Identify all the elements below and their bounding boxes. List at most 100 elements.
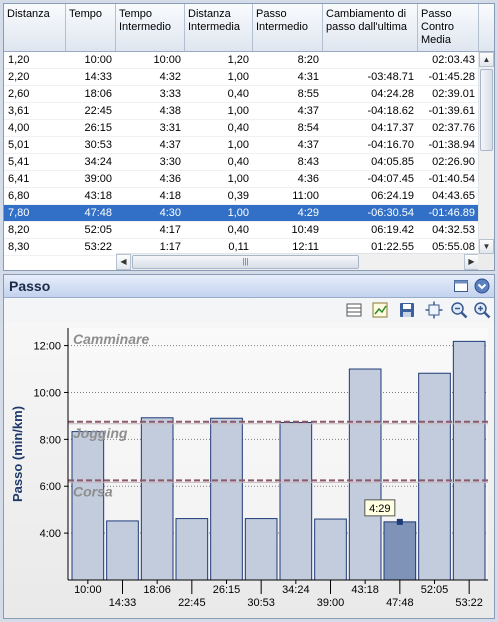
cell-cambiamento: 04:05.85 <box>371 156 414 168</box>
cell-cambiamento: 06:19.42 <box>371 224 414 236</box>
cell-distanza: 4,00 <box>8 122 30 134</box>
cell-tempo: 39:00 <box>84 173 112 185</box>
cell-distanza-intermedia: 1,00 <box>227 207 249 219</box>
cell-tempo: 34:24 <box>84 156 112 168</box>
table-row[interactable]: 4,00 26:15 3:31 0,40 8:54 04:17.37 02:37.76 <box>4 120 479 137</box>
cell-distanza-intermedia: 0,40 <box>227 88 249 100</box>
zoom-out-icon[interactable] <box>450 301 468 319</box>
table-header: Distanza Tempo Tempo Intermedio Distanza… <box>4 4 494 52</box>
pace-chart[interactable]: Camminare Jogging Corsa 4:00 6:00 8:00 10:00 12… <box>4 322 494 618</box>
collapse-icon[interactable] <box>474 278 490 294</box>
cell-distanza: 5,01 <box>8 139 30 151</box>
cell-passo-intermedio: 8:54 <box>297 122 319 134</box>
x-tick-label: 43:18 <box>351 584 379 596</box>
cell-tempo: 43:18 <box>84 190 112 202</box>
scroll-up-button[interactable]: ▲ <box>479 52 494 67</box>
column-header-distanza[interactable]: Distanza <box>4 4 66 51</box>
cell-tempo-intermedio: 4:36 <box>159 173 181 185</box>
cell-distanza: 1,20 <box>8 54 30 66</box>
column-header-tempo[interactable]: Tempo <box>66 4 116 51</box>
table-row[interactable]: 6,41 39:00 4:36 1,00 4:36 -04:07.45 -01:40.54 <box>4 171 479 188</box>
column-header-passo-contro-media[interactable]: Passo Contro Media <box>418 4 479 51</box>
table-row[interactable]: 2,60 18:06 3:33 0,40 8:55 04:24.28 02:39.01 <box>4 86 479 103</box>
column-header-passo-intermedio[interactable]: Passo Intermedio <box>253 4 323 51</box>
cell-passo-intermedio: 4:37 <box>297 105 319 117</box>
cell-passo-contro-media: 02:37.76 <box>432 122 475 134</box>
fit-to-screen-icon[interactable] <box>425 301 443 319</box>
column-header-cambiamento[interactable]: Cambiamento di passo dall'ultima <box>323 4 418 51</box>
vertical-scrollbar[interactable]: ▲ ▼ <box>478 52 494 254</box>
cell-distanza: 2,60 <box>8 88 30 100</box>
cell-distanza-intermedia: 0,40 <box>227 224 249 236</box>
bar <box>106 520 139 581</box>
cell-passo-intermedio: 8:55 <box>297 88 319 100</box>
cell-distanza-intermedia: 0,40 <box>227 156 249 168</box>
bar <box>348 368 382 581</box>
horizontal-scroll-thumb[interactable]: ||| <box>132 255 359 269</box>
x-tick-label: 30:53 <box>247 597 275 609</box>
cell-tempo-intermedio: 4:17 <box>159 224 181 236</box>
save-icon[interactable] <box>398 301 416 319</box>
cell-passo-intermedio: 8:43 <box>297 156 319 168</box>
cell-tempo: 52:05 <box>84 224 112 236</box>
cell-distanza-intermedia: 1,00 <box>227 105 249 117</box>
cell-passo-intermedio: 11:00 <box>292 190 319 202</box>
y-axis-label: Passo (min/km) <box>10 406 25 502</box>
cell-distanza-intermedia: 0,39 <box>227 190 249 202</box>
scroll-left-button[interactable]: ◀ <box>116 254 131 270</box>
cell-distanza-intermedia: 1,20 <box>227 54 249 66</box>
table-row[interactable]: 5,41 34:24 3:30 0,40 8:43 04:05.85 02:26.90 <box>4 154 479 171</box>
horizontal-scrollbar[interactable]: ◀ ||| ▶ <box>116 253 479 270</box>
cell-cambiamento: 06:24.19 <box>371 190 414 202</box>
bar <box>314 518 347 581</box>
table-row[interactable]: 2,20 14:33 4:32 1,00 4:31 -03:48.71 -01:45.28 <box>4 69 479 86</box>
cell-passo-contro-media: -01:40.54 <box>428 173 475 185</box>
cell-distanza: 8,20 <box>8 224 30 236</box>
table-row[interactable]: 5,01 30:53 4:37 1,00 4:37 -04:16.70 -01:38.94 <box>4 137 479 154</box>
cell-passo-contro-media: 04:43.65 <box>432 190 475 202</box>
x-tick-label: 18:06 <box>143 584 171 596</box>
table-row[interactable]: 6,80 43:18 4:18 0,39 11:00 06:24.19 04:43.65 <box>4 188 479 205</box>
cell-cambiamento <box>323 52 418 68</box>
zoom-in-icon[interactable] <box>473 301 491 319</box>
cell-passo-contro-media: 02:26.90 <box>432 156 475 168</box>
cell-tempo: 47:48 <box>84 207 112 219</box>
cell-distanza-intermedia: 1,00 <box>227 71 249 83</box>
scrollbar-corner <box>478 254 494 270</box>
cell-distanza: 3,61 <box>8 105 30 117</box>
scroll-right-button[interactable]: ▶ <box>464 254 479 270</box>
scroll-down-button[interactable]: ▼ <box>479 239 494 254</box>
table-view-icon[interactable] <box>345 301 363 319</box>
cell-tempo: 10:00 <box>84 54 112 66</box>
cell-passo-intermedio: 10:49 <box>291 224 319 236</box>
cell-cambiamento: -04:16.70 <box>367 139 414 151</box>
cell-cambiamento: -04:07.45 <box>367 173 414 185</box>
bar <box>210 417 243 581</box>
table-row[interactable]: 1,20 10:00 10:00 1,20 8:20 02:03.43 <box>4 52 479 69</box>
bar <box>279 421 313 581</box>
table-row[interactable]: 3,61 22:45 4:38 1,00 4:37 -04:18.62 -01:39.61 <box>4 103 479 120</box>
chart-panel-title: Passo <box>9 278 51 294</box>
bar <box>452 340 486 581</box>
cell-tempo: 30:53 <box>84 139 112 151</box>
bar <box>140 417 174 581</box>
table-row[interactable]: 7,80 47:48 4:30 1,00 4:29 -06:30.54 -01:46.89 <box>4 205 479 222</box>
cell-cambiamento: -06:30.54 <box>367 207 414 219</box>
chart-view-icon[interactable] <box>371 301 389 319</box>
column-header-tempo-intermedio[interactable]: Tempo Intermedio <box>116 4 185 51</box>
cell-passo-intermedio: 8:20 <box>297 54 319 66</box>
bar <box>244 518 278 581</box>
table-row[interactable]: 8,20 52:05 4:17 0,40 10:49 06:19.42 04:32.53 <box>4 222 479 239</box>
cell-distanza-intermedia: 0,40 <box>227 122 249 134</box>
cell-tempo-intermedio: 3:33 <box>159 88 181 100</box>
cell-distanza: 6,41 <box>8 173 30 185</box>
cell-tempo-intermedio: 10:00 <box>153 54 181 66</box>
x-tick-label: 39:00 <box>317 597 345 609</box>
y-tick-label: 4:00 <box>40 528 61 540</box>
maximize-icon[interactable] <box>453 278 469 294</box>
vertical-scroll-thumb[interactable] <box>480 69 493 151</box>
pace-chart-svg: Camminare Jogging Corsa 4:00 6:00 8:00 10:00 12… <box>10 328 488 609</box>
column-header-distanza-intermedia[interactable]: Distanza Intermedia <box>185 4 253 51</box>
cell-passo-contro-media: -01:45.28 <box>428 71 475 83</box>
splits-table: Distanza Tempo Tempo Intermedio Distanza… <box>3 3 495 271</box>
